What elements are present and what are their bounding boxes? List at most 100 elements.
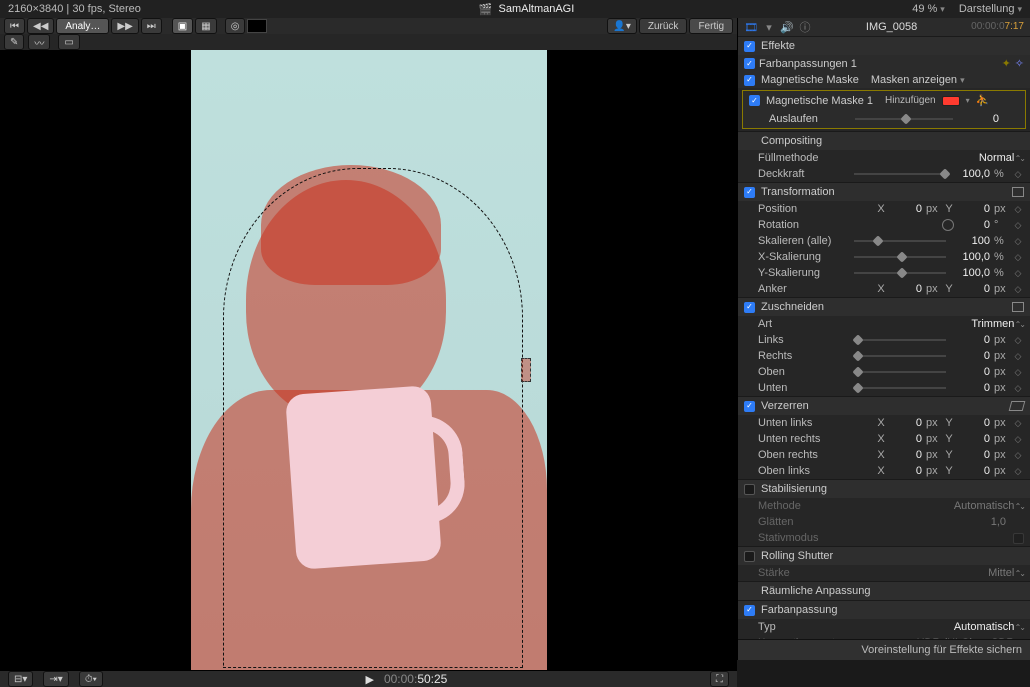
masks-show-dropdown[interactable]: Masken anzeigen [871,74,965,86]
scale-x-slider[interactable] [854,251,946,263]
inspector-panel: 🎞 ▾ 🔊 ⓘ IMG_0058 00:00:07:17 Effekte Far… [738,18,1030,660]
section-crop[interactable]: Zuschneiden [738,298,1030,316]
pen-tool-button[interactable]: ✎ [4,34,24,50]
tripod-checkbox [1013,533,1024,544]
mask-add-label: Hinzufügen [885,95,936,106]
skip-fwd-button[interactable]: ⏭ [141,18,162,34]
play-button[interactable]: ▶ [365,673,373,686]
colorconform-checkbox[interactable] [744,605,755,616]
crop-bottom-slider[interactable] [854,382,946,394]
stabilize-checkbox[interactable] [744,484,755,495]
mask1-label: Magnetische Maske 1 [766,95,873,107]
tools-menu-button[interactable]: ⊟▾ [8,671,33,687]
viewer-info-bar: 2160×3840 | 30 fps, Stereo 🎬 SamAltmanAG… [0,0,1030,18]
mask-marching-ants [223,168,523,668]
section-effects[interactable]: Effekte [738,37,1030,55]
clapper-icon: 🎬 [479,3,493,16]
crop-left-slider[interactable] [854,334,946,346]
prev-frame-button[interactable]: ◀◀ [27,18,54,34]
zoom-dropdown[interactable]: 49 % [912,3,945,15]
crop-right-slider[interactable] [854,350,946,362]
feather-label: Auslaufen [769,113,849,125]
colorconform-type-select[interactable]: Automatisch [954,621,1024,633]
magic-wand-icon[interactable]: ✦ [1002,57,1011,70]
crop-onscreen-icon[interactable] [1012,302,1024,312]
back-button[interactable]: Zurück [639,18,688,34]
person-select-button[interactable]: 👤▾ [607,18,636,34]
trim-tool-button[interactable]: ⇥▾ [43,671,68,687]
inspector-header: 🎞 ▾ 🔊 ⓘ IMG_0058 00:00:07:17 [738,18,1030,36]
fit-button[interactable]: ▣ [172,18,193,34]
analyze-button[interactable]: Analy… [56,18,109,34]
rot-keyframe[interactable] [1012,219,1024,231]
effect-coloradj-label: Farbanpassungen 1 [759,58,857,70]
inspector-duration: 00:00:07:17 [971,21,1024,33]
section-spatial: Räumliche Anpassung [738,582,1030,600]
video-tab-icon[interactable]: 🎞 [744,20,758,34]
feather-value[interactable]: 0 [959,113,999,125]
magmask-label: Magnetische Maske [761,74,859,86]
snapshot-button[interactable]: ◎ [225,18,246,34]
crop-top-slider[interactable] [854,366,946,378]
mask-icon[interactable]: ✧ [1015,57,1024,70]
grid-button[interactable]: ▦ [195,18,216,34]
crop-type-select[interactable]: Trimmen [971,318,1024,330]
done-button[interactable]: Fertig [689,18,733,34]
coloradj-checkbox[interactable] [744,58,755,69]
rotation-value[interactable]: 0 [958,219,990,231]
overlay-toggle-button[interactable]: ▭ [58,34,79,50]
blend-mode-select[interactable]: Normal [979,152,1024,164]
audio-tab-icon[interactable]: 🔊 [780,20,794,34]
generator-tab-icon[interactable]: ▾ [762,20,776,34]
section-transform[interactable]: Transformation [738,183,1030,201]
rolling-amount-select: Mittel [988,567,1024,579]
transform-onscreen-icon[interactable] [1012,187,1024,197]
section-compositing: Compositing [738,132,1030,150]
effects-checkbox[interactable] [744,41,755,52]
mask-toolbar: ⏮ ◀◀ Analy… ▶▶ ⏭ ▣ ▦ ◎ 👤▾ Zurück Fertig [0,18,737,34]
brush-tool-button[interactable]: 〰 [28,34,50,50]
feather-slider[interactable] [855,113,953,125]
mask1-checkbox[interactable] [749,95,760,106]
inspector-clipname: IMG_0058 [816,21,967,33]
scale-all-slider[interactable] [854,235,946,247]
transform-checkbox[interactable] [744,187,755,198]
opacity-value[interactable]: 100,0 [950,168,990,180]
mask-fragment [521,358,531,382]
distort-checkbox[interactable] [744,401,755,412]
retime-menu-button[interactable]: ⏱▾ [79,671,103,687]
viewer-canvas[interactable] [0,50,737,670]
section-rolling[interactable]: Rolling Shutter [738,547,1030,565]
mask-color-swatch[interactable] [942,96,960,106]
rolling-checkbox[interactable] [744,551,755,562]
clip-format: 2160×3840 | 30 fps, Stereo [8,3,141,15]
crop-checkbox[interactable] [744,302,755,313]
fullscreen-button[interactable]: ⛶ [710,671,729,687]
view-dropdown[interactable]: Darstellung [959,3,1022,15]
opacity-keyframe[interactable] [1012,168,1024,180]
rotation-dial-icon[interactable] [942,219,954,231]
mask-entry: Magnetische Maske 1 Hinzufügen ▾ ⛹ Ausla… [742,90,1026,129]
magmask-checkbox[interactable] [744,75,755,86]
video-frame [191,50,547,670]
overlay-color-swatch[interactable] [247,19,267,33]
pos-y[interactable]: 0 [958,203,990,215]
pos-x[interactable]: 0 [890,203,922,215]
info-tab-icon[interactable]: ⓘ [798,20,812,34]
next-frame-button[interactable]: ▶▶ [111,18,138,34]
brush-toolbar: ✎ 〰 ▭ [0,34,737,50]
section-stabilize[interactable]: Stabilisierung [738,480,1030,498]
clip-title: SamAltmanAGI [498,3,574,15]
timecode[interactable]: 00:00:50:25 [384,672,447,687]
person-subject-icon[interactable]: ⛹ [976,94,990,107]
stab-method-select: Automatisch [954,500,1024,512]
pos-keyframe[interactable] [1012,203,1024,215]
opacity-slider[interactable] [854,168,946,180]
distort-onscreen-icon[interactable] [1009,401,1026,411]
save-preset-button[interactable]: Voreinstellung für Effekte sichern [738,639,1030,660]
section-distort[interactable]: Verzerren [738,397,1030,415]
transport-bar: ⊟▾ ⇥▾ ⏱▾ ▶ 00:00:50:25 ⛶ [0,670,737,687]
section-colorconform[interactable]: Farbanpassung [738,601,1030,619]
skip-back-button[interactable]: ⏮ [4,18,25,34]
scale-y-slider[interactable] [854,267,946,279]
